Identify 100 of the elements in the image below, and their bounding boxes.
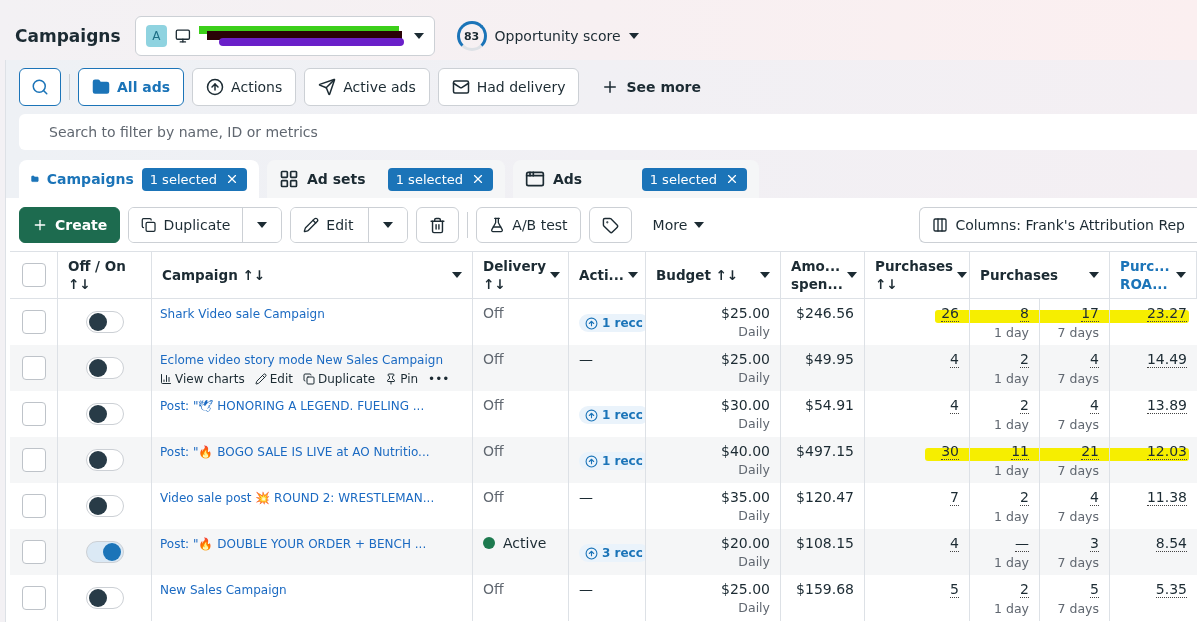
purchases-value: — (1015, 536, 1029, 553)
envelope-icon (451, 78, 470, 96)
column-header[interactable]: Budget ↑↓ (646, 252, 781, 298)
filter-button[interactable]: Had delivery (437, 68, 580, 106)
filter-button[interactable]: Actions (192, 68, 297, 106)
arrow-up-circle-icon (585, 316, 598, 330)
purchases-value: 7 (950, 490, 959, 507)
purchases-value: 2 (1020, 398, 1029, 415)
recommendation-chip[interactable]: 1 recc (579, 314, 645, 332)
row-action-link[interactable]: ••• (428, 372, 450, 386)
budget-amount: $35.00 (720, 489, 770, 505)
window-label: 7 days (1056, 463, 1099, 479)
amount-spent: $246.56 (795, 305, 854, 321)
budget-period: Daily (737, 600, 770, 615)
on-off-toggle[interactable] (85, 403, 124, 425)
campaign-name-link[interactable]: Post: "🔥 DOUBLE YOUR ORDER + BENCH ... (160, 536, 427, 553)
level-tab[interactable]: Ads 1 selected (513, 160, 759, 198)
filter-button[interactable]: All ads (78, 68, 185, 106)
budget-period: Daily (737, 324, 770, 339)
campaign-name-link[interactable]: Post: "🕊 HONORING A LEGEND. FUELING ... (160, 398, 425, 415)
search-button[interactable] (19, 68, 61, 106)
row-action-link[interactable]: Duplicate (303, 372, 376, 386)
purchases-value: 5 (1090, 582, 1099, 599)
window-label: 1 day (993, 555, 1029, 571)
tag-button[interactable] (588, 207, 632, 243)
campaign-name-link[interactable]: Shark Video sale Campaign (160, 306, 325, 323)
column-header[interactable]: Amo... spen... (781, 252, 865, 298)
recommendation-chip[interactable]: 3 recc (579, 544, 645, 562)
close-icon[interactable] (471, 172, 485, 186)
close-icon[interactable] (725, 172, 739, 186)
create-button[interactable]: Create (19, 207, 121, 243)
select-all-checkbox[interactable] (21, 263, 46, 287)
selected-badge: 1 selected (641, 167, 747, 191)
column-header[interactable]: Campaign ↑↓ (152, 252, 473, 298)
window-label: 1 day (993, 371, 1029, 387)
column-header[interactable]: Acti... (569, 252, 646, 298)
on-off-toggle[interactable] (85, 587, 124, 609)
delivery-status: Off (483, 397, 504, 413)
opportunity-score-label[interactable]: Opportunity score (494, 28, 621, 44)
row-checkbox[interactable] (21, 448, 46, 472)
row-checkbox[interactable] (21, 540, 46, 564)
campaign-name-link[interactable]: Video sale post 💥 ROUND 2: WRESTLEMAN... (160, 490, 435, 507)
level-tab[interactable]: Campaigns 1 selected (19, 160, 259, 198)
delivery-status: Off (483, 351, 504, 367)
search-field[interactable]: Search to filter by name, ID or metrics (19, 114, 1197, 150)
row-checkbox[interactable] (21, 402, 46, 426)
purchases-value: 2 (1020, 582, 1029, 599)
row-checkbox[interactable] (21, 494, 46, 518)
caret-icon (550, 272, 561, 278)
budget-period: Daily (737, 462, 770, 477)
score-badge: 83 (456, 21, 487, 51)
caret-icon (1176, 272, 1186, 278)
trash-icon (429, 216, 447, 234)
arrow-up-circle-icon (585, 454, 598, 468)
delivery-status: Off (483, 305, 504, 321)
row-action-link[interactable]: Edit (254, 372, 293, 386)
window-label: 7 days (1056, 555, 1099, 571)
duplicate-button[interactable]: Duplicate (129, 208, 244, 242)
row-checkbox[interactable] (21, 586, 46, 610)
caret-icon (257, 222, 268, 228)
account-avatar: A (145, 25, 168, 47)
close-icon[interactable] (225, 172, 239, 186)
campaign-name-link[interactable]: New Sales Campaign (160, 582, 287, 599)
purchases-value: 4 (1090, 398, 1099, 415)
campaign-name-link[interactable]: Post: "🔥 BOGO SALE IS LIVE at AO Nutritio... (160, 444, 430, 461)
edit-button[interactable]: Edit (291, 208, 370, 242)
grid-icon (279, 169, 299, 189)
column-header[interactable]: Purchases ↑↓ (865, 252, 970, 298)
column-header[interactable]: Off / On ↑↓ (58, 252, 152, 298)
window-label: 1 day (993, 509, 1029, 525)
column-header[interactable]: Delivery ↑↓ (473, 252, 569, 298)
recommendation-chip[interactable]: 1 recc (579, 452, 645, 470)
on-off-toggle[interactable] (85, 311, 124, 333)
delete-button[interactable] (416, 207, 460, 243)
filter-button[interactable]: See more (587, 68, 715, 106)
column-header[interactable]: Purchases (970, 252, 1110, 298)
ab-test-button[interactable]: A/B test (476, 207, 581, 243)
amount-spent: $54.91 (804, 397, 854, 413)
campaign-name-link[interactable]: Eclome video story mode New Sales Campaign (160, 352, 444, 369)
on-off-toggle[interactable] (85, 495, 124, 517)
columns-button[interactable]: Columns: Frank's Attribution Rep (919, 207, 1197, 243)
tag-icon (601, 216, 619, 234)
arrow-up-circle-icon (585, 408, 598, 422)
filter-button[interactable]: Active ads (304, 68, 430, 106)
row-checkbox[interactable] (21, 356, 46, 380)
budget-amount: $25.00 (720, 305, 770, 321)
copy-icon (303, 373, 315, 385)
row-action-link[interactable]: View charts (160, 372, 245, 386)
recommendation-chip[interactable]: 1 recc (579, 406, 645, 424)
on-off-toggle[interactable] (85, 449, 124, 471)
on-off-toggle[interactable] (85, 541, 124, 563)
column-header[interactable]: Purc... ROA... (1110, 252, 1197, 298)
on-off-toggle[interactable] (85, 357, 124, 379)
row-action-link[interactable]: Pin (385, 372, 419, 386)
row-checkbox[interactable] (21, 310, 46, 334)
purchases-value: 5 (950, 582, 959, 599)
table-cell-text: — (579, 581, 594, 597)
caret-icon (957, 272, 968, 278)
level-tab[interactable]: Ad sets 1 selected (267, 160, 505, 198)
budget-period: Daily (737, 508, 770, 523)
